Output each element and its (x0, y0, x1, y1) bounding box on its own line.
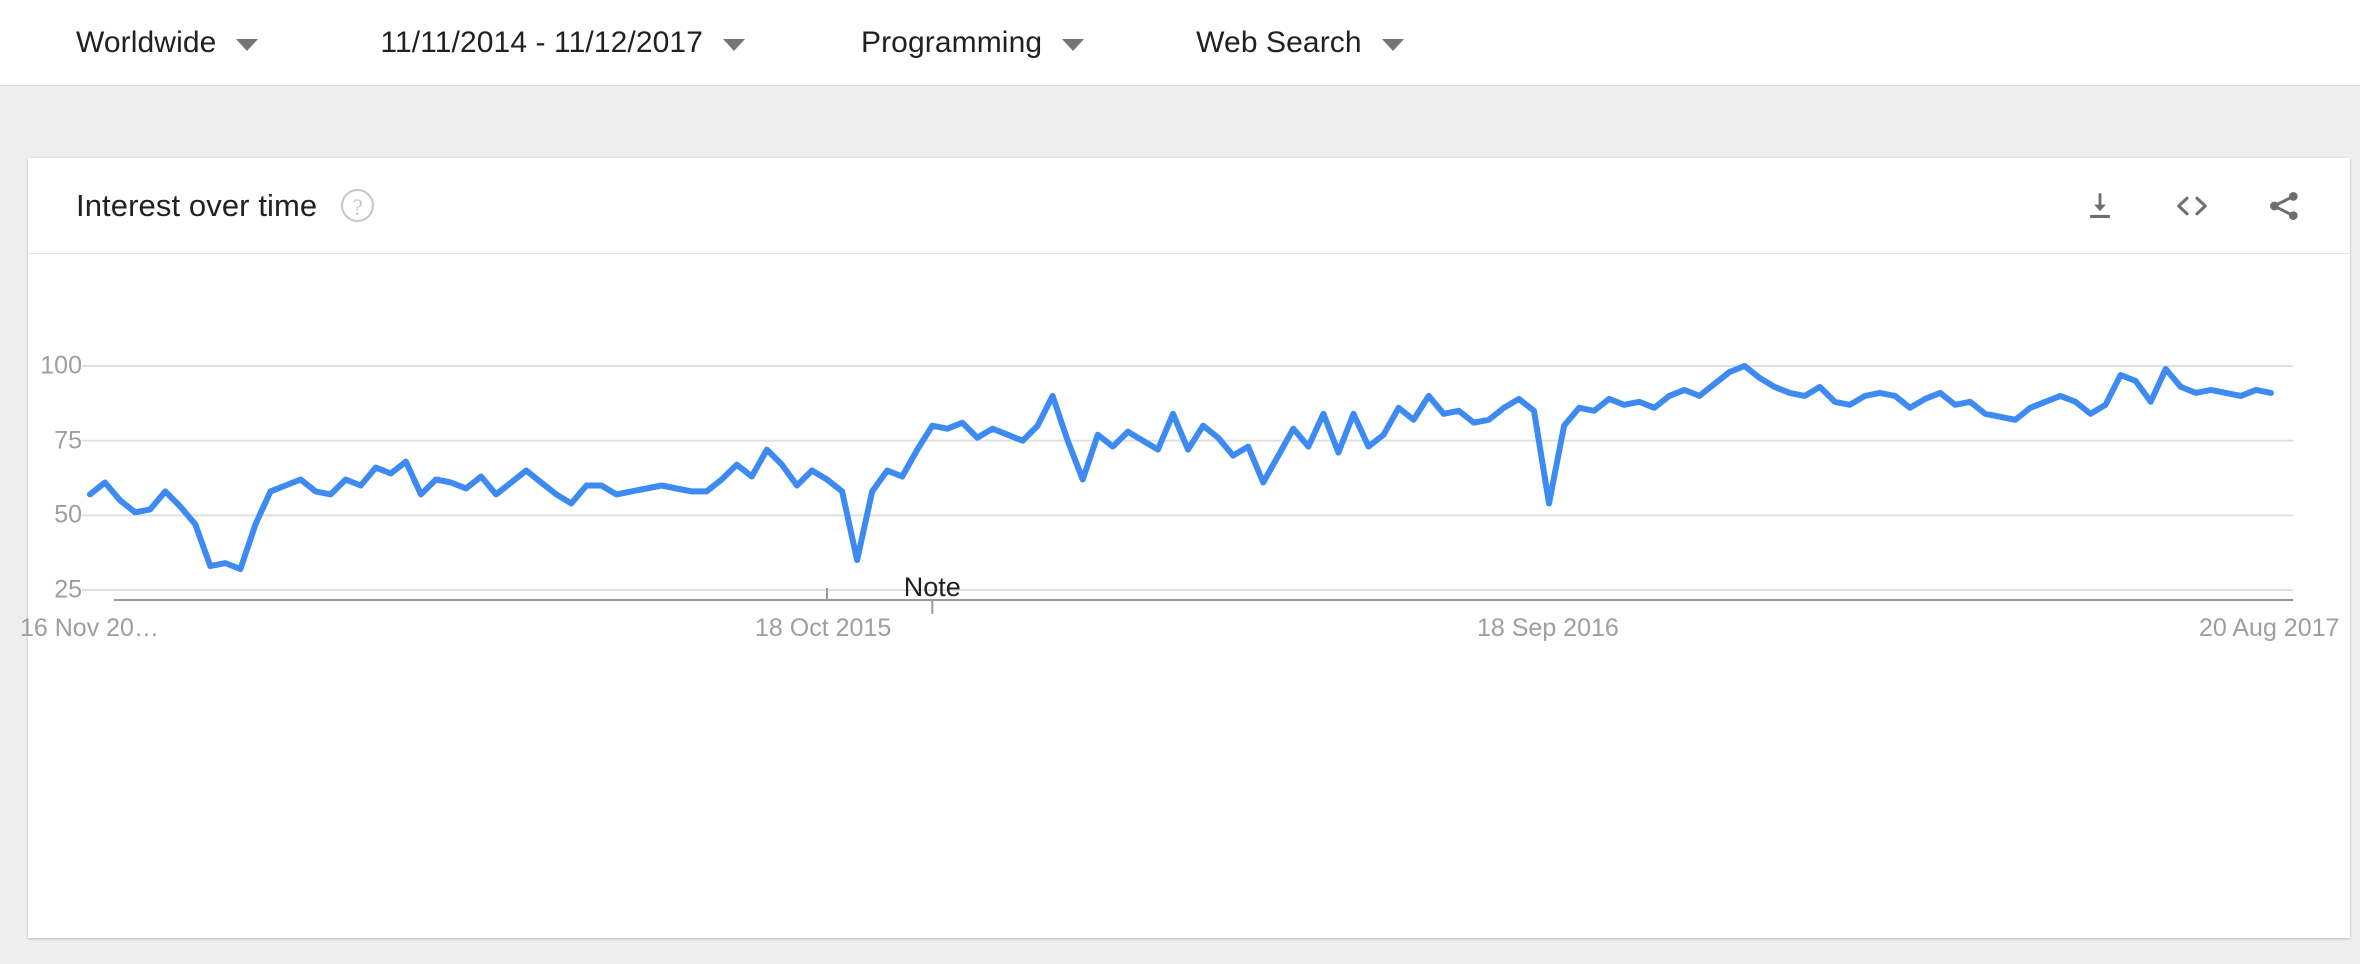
y-axis-tick-label: 100 (40, 351, 82, 380)
trend-line (87, 363, 2274, 573)
interest-over-time-chart: 25 50 75 100 16 Nov 20… 18 Oct 2015 18 Sep 201… (20, 254, 2350, 937)
help-circle-icon[interactable]: ? (341, 189, 375, 222)
x-axis-tick-label: 18 Oct 2015 (755, 614, 892, 642)
chart-canvas (82, 363, 2293, 614)
chevron-down-icon (1062, 38, 1085, 51)
y-axis-tick-label: 50 (54, 500, 82, 529)
embed-code-icon (2177, 196, 2207, 215)
location-filter[interactable]: Worldwide (76, 25, 259, 60)
x-axis-tick-label: 16 Nov 20… (20, 614, 159, 642)
search-type-filter-label: Web Search (1196, 25, 1362, 59)
card-header: Interest over time ? (28, 158, 2350, 254)
chevron-down-icon (236, 38, 259, 51)
date-range-filter-label: 11/11/2014 - 11/12/2017 (380, 25, 703, 59)
page-title: Interest over time (76, 187, 318, 223)
chevron-down-icon (722, 38, 745, 51)
y-axis-tick-label: 75 (54, 426, 82, 455)
filter-toolbar: Worldwide 11/11/2014 - 11/12/2017 Progra… (0, 0, 2360, 86)
embed-code-button[interactable] (2170, 184, 2214, 228)
x-axis-tick-label: 20 Aug 2017 (2199, 614, 2340, 642)
y-axis-tick-label: 25 (54, 575, 82, 604)
search-type-filter[interactable]: Web Search (1196, 26, 1404, 60)
download-csv-button[interactable] (2078, 184, 2122, 228)
share-button[interactable] (2262, 184, 2306, 228)
x-axis-tick-label: 18 Sep 2016 (1477, 614, 1619, 642)
card-actions (2078, 184, 2306, 228)
category-filter-label: Programming (860, 25, 1043, 59)
chevron-down-icon (1381, 38, 1404, 51)
category-filter[interactable]: Programming (860, 25, 1085, 60)
location-filter-label: Worldwide (76, 25, 217, 59)
interest-over-time-card: Interest over time ? 25 50 75 100 16 Nov… (20, 158, 2350, 938)
filter-toolbar-inner: Worldwide 11/11/2014 - 11/12/2017 Progra… (0, 26, 1404, 60)
date-range-filter[interactable]: 11/11/2014 - 11/12/2017 (380, 26, 745, 60)
share-icon (2270, 191, 2298, 220)
chart-note-label[interactable]: Note (904, 572, 961, 603)
download-icon (2090, 192, 2110, 218)
